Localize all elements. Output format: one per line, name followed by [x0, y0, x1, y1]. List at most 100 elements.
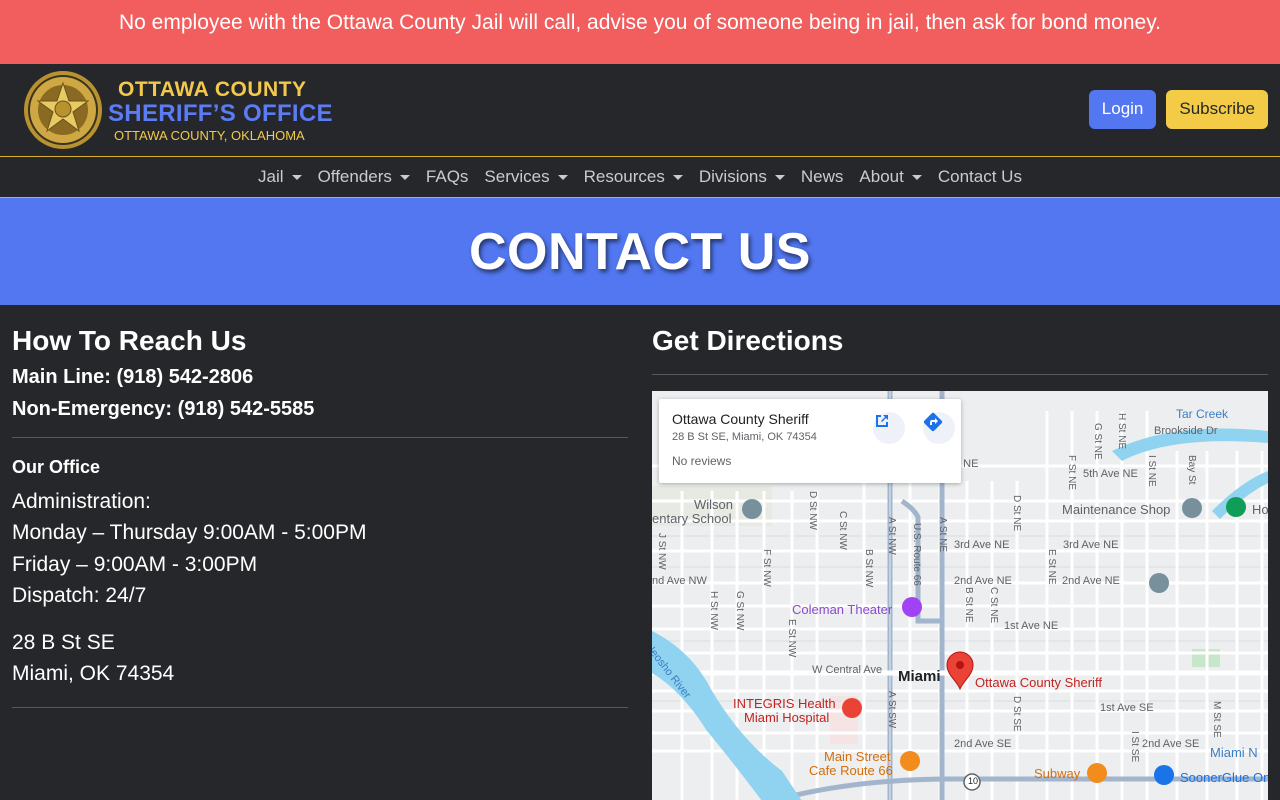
brand-logo[interactable]: OTTAWA COUNTY SHERIFF’S OFFICE OTTAWA CO…	[22, 69, 333, 151]
map-label-d-st-nw: D St NW	[807, 490, 818, 530]
embedded-map[interactable]: Tar Creek Brookside Dr e NE 5th Ave NE W…	[652, 390, 1268, 800]
map-label-hospital1[interactable]: INTEGRIS Health	[733, 696, 836, 711]
map-label-3rd-ave-b: 3rd Ave NE	[1063, 538, 1119, 551]
map-label-d-st-se: D St SE	[1011, 695, 1022, 732]
map-label-a-st-nw: A St NW	[886, 516, 897, 555]
open-in-maps-button[interactable]	[873, 411, 905, 444]
hours-line: Dispatch: 24/7	[12, 584, 147, 608]
map-label-ho: Ho	[1252, 501, 1268, 517]
place-name[interactable]: Ottawa County Sheriff	[672, 411, 948, 427]
map-label-us66: U.S. Route 66	[911, 522, 922, 586]
caret-down-icon	[911, 174, 922, 180]
map-label-mainstreet2[interactable]: Cafe Route 66	[809, 763, 893, 778]
map-label-pin[interactable]: Ottawa County Sheriff	[975, 675, 1102, 690]
map-label-brookside: Brookside Dr	[1154, 424, 1218, 437]
nav-item-about[interactable]: About	[851, 167, 929, 187]
main-nav: Jail Offenders FAQs Services Resources D…	[0, 157, 1280, 198]
map-label-central-ave: W Central Ave	[812, 663, 883, 676]
map-label-h-st-ne: H St NE	[1116, 412, 1127, 449]
map-label-c-st-ne: C St NE	[988, 586, 999, 623]
nav-item-faqs[interactable]: FAQs	[418, 167, 477, 187]
external-link-icon	[876, 414, 888, 427]
map-label-hospital2[interactable]: Miami Hospital	[744, 710, 829, 725]
map-label-maintenance: Maintenance Shop	[1062, 501, 1171, 517]
office-address: 28 B St SE Miami, OK 74354	[12, 627, 628, 690]
map-label-a-st-sw: A St SW	[886, 690, 897, 728]
caret-down-icon	[557, 174, 568, 180]
non-emergency-phone[interactable]: Non-Emergency: (918) 542-5585	[12, 396, 628, 423]
nav-label: Services	[484, 167, 550, 186]
site-header: OTTAWA COUNTY SHERIFF’S OFFICE OTTAWA CO…	[0, 64, 1280, 157]
nav-item-contact[interactable]: Contact Us	[930, 167, 1030, 187]
nav-item-resources[interactable]: Resources	[576, 167, 691, 187]
map-label-j-st-nw: J St NW	[656, 532, 667, 570]
nav-item-jail[interactable]: Jail	[250, 167, 310, 187]
page-title: CONTACT US	[468, 222, 811, 281]
map-label-b-st-nw: B St NW	[863, 548, 874, 587]
page-hero: CONTACT US	[0, 198, 1280, 305]
map-label-3rd-ave-a: 3rd Ave NE	[954, 538, 1010, 551]
office-hours: Administration: Monday – Thursday 9:00AM…	[12, 486, 628, 612]
map-label-c-st-nw: C St NW	[837, 510, 848, 550]
map-label-i-st-ne: I St NE	[1146, 454, 1157, 487]
map-label-mainstreet1[interactable]: Main Street	[824, 749, 890, 764]
place-reviews[interactable]: No reviews	[672, 454, 948, 468]
map-label-wilson1: Wilson	[694, 496, 734, 512]
map-label-5th-ave: 5th Ave NE	[1083, 467, 1138, 480]
map-label-g-st-ne: G St NE	[1092, 422, 1103, 460]
main-content: How To Reach Us Main Line: (918) 542-280…	[0, 305, 1280, 800]
map-label-1st-ave-ne: 1st Ave NE	[1004, 619, 1059, 632]
nav-label: FAQs	[425, 167, 469, 186]
subscribe-button[interactable]: Subscribe	[1166, 89, 1268, 129]
brand-title: OTTAWA COUNTY	[118, 77, 307, 101]
login-button[interactable]: Login	[1088, 89, 1157, 129]
brand-location: OTTAWA COUNTY, OKLAHOMA	[114, 127, 305, 143]
nav-item-divisions[interactable]: Divisions	[691, 167, 793, 187]
caret-down-icon	[399, 174, 410, 180]
map-label-route10: 10	[968, 775, 979, 786]
map-label-2nd-ave-se-a: 2nd Ave SE	[954, 737, 1012, 750]
directions-icon	[923, 412, 943, 431]
caret-down-icon	[672, 174, 683, 180]
hours-line: Friday – 9:00AM - 3:00PM	[12, 552, 258, 576]
map-label-bay-st: Bay St	[1186, 454, 1197, 485]
directions-button[interactable]	[923, 411, 955, 444]
map-label-g-st-nw: G St NW	[734, 590, 745, 631]
map-label-1st-ave-se: 1st Ave SE	[1100, 701, 1154, 714]
nav-item-news[interactable]: News	[793, 167, 852, 187]
map-label-coleman[interactable]: Coleman Theater	[792, 602, 892, 617]
map-label-wilson2: entary School	[652, 510, 732, 526]
map-label-2nd-ave-nw: nd Ave NW	[652, 574, 707, 587]
brand-subtitle: SHERIFF’S OFFICE	[108, 99, 333, 127]
scam-alert-banner: No employee with the Ottawa County Jail …	[0, 0, 1280, 64]
main-line-phone[interactable]: Main Line: (918) 542-2806	[12, 364, 628, 391]
address-line: 28 B St SE	[12, 630, 115, 654]
map-label-m-st-se: M St SE	[1211, 700, 1222, 738]
place-info-card: Ottawa County Sheriff 28 B St SE, Miami,…	[659, 398, 961, 483]
map-label-f-st-nw: F St NW	[761, 548, 772, 587]
contact-info-column: How To Reach Us Main Line: (918) 542-280…	[12, 305, 628, 800]
nav-item-offenders[interactable]: Offenders	[310, 167, 418, 187]
nav-label: About	[859, 167, 904, 186]
nav-label: Resources	[583, 167, 665, 186]
divider	[12, 706, 628, 708]
map-label-i-st-se: I St SE	[1129, 730, 1140, 762]
nav-item-services[interactable]: Services	[476, 167, 575, 187]
nav-label: News	[800, 167, 844, 186]
map-label-2nd-ave-se-b: 2nd Ave SE	[1142, 737, 1200, 750]
map-label-a-st-ne: A St NE	[937, 516, 948, 552]
map-label-f-st-ne: F St NE	[1066, 454, 1077, 490]
map-label-tarcreek: Tar Creek	[1176, 406, 1229, 421]
hours-line: Administration:	[12, 489, 151, 513]
nav-label: Offenders	[317, 167, 392, 186]
divider	[12, 436, 628, 438]
nav-label: Jail	[258, 167, 284, 186]
map-label-2nd-ave-b: 2nd Ave NE	[1062, 574, 1120, 587]
caret-down-icon	[291, 174, 302, 180]
caret-down-icon	[774, 174, 785, 180]
map-label-soonerglue[interactable]: SoonerGlue Om	[1180, 770, 1268, 785]
address-line: Miami, OK 74354	[12, 662, 175, 686]
map-label-subway[interactable]: Subway	[1034, 766, 1080, 781]
divider	[652, 373, 1268, 375]
hours-line: Monday – Thursday 9:00AM - 5:00PM	[12, 521, 367, 545]
